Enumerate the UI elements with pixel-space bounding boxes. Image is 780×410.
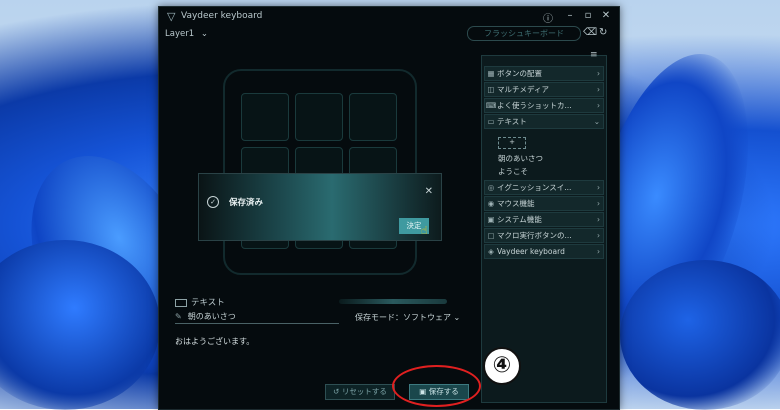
notification-title: 保存済み xyxy=(229,198,264,208)
minimize-icon[interactable]: – xyxy=(563,10,577,21)
category-text[interactable]: ▭ テキスト ⌄ xyxy=(484,114,604,129)
category-macro[interactable]: ▢ マクロ実行ボタンの... › xyxy=(484,228,604,243)
help-icon[interactable]: ⓘ xyxy=(541,10,555,25)
app-window: ▽ Vaydeer keyboard ⓘ – ▫ ✕ Layer1 ⌄ フラッシ… xyxy=(158,6,620,410)
add-text-button[interactable]: + xyxy=(498,137,526,149)
category-multimedia[interactable]: ◫ マルチメディア › xyxy=(484,82,604,97)
keyboard-icon xyxy=(175,298,187,307)
reset-button[interactable]: ↺ リセットする xyxy=(325,384,395,400)
saved-notification: ✓ 保存済み ✕ 決定 ☝ xyxy=(198,173,442,241)
window-title: Vaydeer keyboard xyxy=(181,11,263,21)
title-bar: ▽ Vaydeer keyboard ⓘ – ▫ ✕ xyxy=(159,7,619,27)
menu-icon[interactable]: ≡ xyxy=(590,50,598,60)
category-label: テキスト xyxy=(497,117,527,126)
chevron-right-icon: › xyxy=(597,183,600,192)
chevron-right-icon: › xyxy=(597,69,600,78)
save-mode-dropdown[interactable]: 保存モード：ソフトウェア ⌄ xyxy=(355,312,460,323)
category-mouse[interactable]: ◉ マウス機能 › xyxy=(484,196,604,211)
chevron-right-icon: › xyxy=(597,85,600,94)
category-system[interactable]: ▣ システム機能 › xyxy=(484,212,604,227)
name-value: 朝のあいさつ xyxy=(187,312,236,321)
category-label: マクロ実行ボタンの... xyxy=(497,231,572,240)
eraser-icon[interactable]: ⌫ xyxy=(583,27,597,38)
decorative-glow xyxy=(339,299,447,304)
category-label: ボタンの配置 xyxy=(497,69,542,78)
text-item-welcome[interactable]: ようこそ xyxy=(498,166,528,177)
vaydeer-logo-icon: ▽ xyxy=(167,10,176,23)
text-name-field[interactable]: ✎ 朝のあいさつ xyxy=(175,310,339,324)
text-item-morning[interactable]: 朝のあいさつ xyxy=(498,153,543,164)
category-label: マルチメディア xyxy=(497,85,549,94)
category-label: Vaydeer keyboard xyxy=(497,247,565,256)
category-button-layout[interactable]: ▦ ボタンの配置 › xyxy=(484,66,604,81)
chevron-right-icon: › xyxy=(597,101,600,110)
category-label: マウス機能 xyxy=(497,199,535,208)
chevron-right-icon: › xyxy=(597,231,600,240)
category-icon: ▢ xyxy=(487,231,495,240)
chevron-right-icon: › xyxy=(597,199,600,208)
category-vaydeer-keyboard[interactable]: ◈ Vaydeer keyboard › xyxy=(484,244,604,259)
layer-selector[interactable]: Layer1 ⌄ xyxy=(165,29,208,39)
category-icon: ▭ xyxy=(487,117,495,126)
chevron-right-icon: › xyxy=(597,215,600,224)
category-icon: ◉ xyxy=(487,199,495,208)
cursor-hand-icon: ☝ xyxy=(421,224,428,237)
category-icon: ▣ xyxy=(487,215,495,224)
close-icon[interactable]: ✕ xyxy=(425,186,433,197)
chevron-down-icon: ⌄ xyxy=(593,117,600,126)
category-icon: ◈ xyxy=(488,247,494,256)
wallpaper-petal xyxy=(620,260,780,410)
pencil-icon: ✎ xyxy=(175,312,182,321)
step-number-badge: ④ xyxy=(483,347,521,385)
category-shortcuts[interactable]: ⌨よく使うショットカ... › xyxy=(484,98,604,113)
reset-icon: ↺ xyxy=(333,387,342,396)
category-icon: ⌨ xyxy=(485,101,497,110)
maximize-icon[interactable]: ▫ xyxy=(581,10,595,21)
category-label: よく使うショットカ... xyxy=(497,101,572,110)
section-label-text: テキスト xyxy=(191,298,225,308)
keypad-preview xyxy=(223,69,417,275)
text-section-label: テキスト xyxy=(175,296,225,308)
key-slot[interactable] xyxy=(241,93,289,141)
key-slot[interactable] xyxy=(295,93,343,141)
refresh-icon[interactable]: ↻ xyxy=(599,27,607,38)
flash-keyboard-button[interactable]: フラッシュキーボード xyxy=(467,26,581,41)
check-circle-icon: ✓ xyxy=(207,196,219,208)
layer-label: Layer1 xyxy=(165,29,195,39)
highlight-oval xyxy=(392,365,481,407)
category-icon: ◫ xyxy=(487,85,495,94)
close-icon[interactable]: ✕ xyxy=(599,10,613,21)
chevron-down-icon: ⌄ xyxy=(200,29,208,39)
category-label: システム機能 xyxy=(497,215,542,224)
category-label: イグニッションスイ... xyxy=(497,183,572,192)
reset-label: リセットする xyxy=(341,387,387,396)
category-ignition-switch[interactable]: ◎ イグニッションスイ... › xyxy=(484,180,604,195)
category-icon: ▦ xyxy=(487,69,495,78)
chevron-right-icon: › xyxy=(597,247,600,256)
key-slot[interactable] xyxy=(349,93,397,141)
category-icon: ◎ xyxy=(487,183,495,192)
